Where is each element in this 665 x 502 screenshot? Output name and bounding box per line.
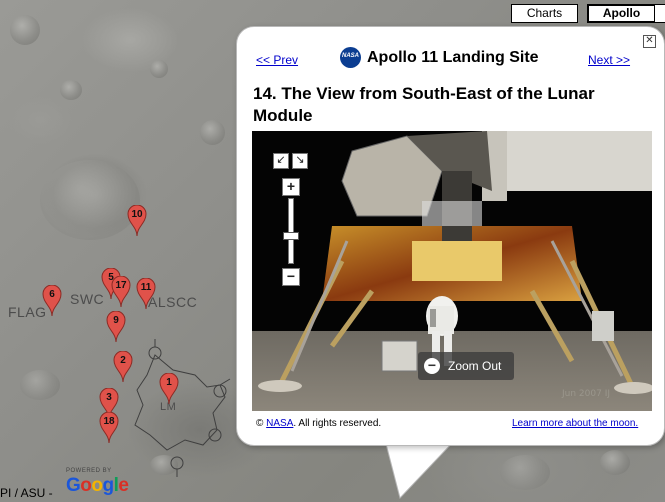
crater <box>20 370 60 400</box>
nasa-logo-icon: NASA <box>340 47 361 68</box>
map-label-swc: SWC <box>70 291 105 307</box>
lm-footprint-outline <box>134 339 231 477</box>
zoom-out-small-icon[interactable]: − <box>282 268 300 286</box>
map-marker[interactable]: 10 <box>127 205 147 237</box>
marker-label: 10 <box>131 209 143 220</box>
zoom-out-label: Zoom Out <box>448 359 502 373</box>
nasa-logo-text: NASA <box>341 53 359 59</box>
marker-label: 3 <box>106 392 112 403</box>
marker-label: 2 <box>120 355 126 366</box>
zoom-slider-track[interactable] <box>288 198 294 264</box>
photo-title: 14. The View from South-East of the Luna… <box>253 84 595 125</box>
marker-label: 1 <box>166 377 172 388</box>
crater <box>10 15 40 45</box>
nasa-link[interactable]: NASA <box>266 418 293 429</box>
google-logo[interactable]: Google <box>66 475 129 497</box>
info-window-tail <box>384 440 456 499</box>
zoom-slider-handle[interactable] <box>283 232 299 240</box>
marker-label: 11 <box>140 282 152 293</box>
map-marker[interactable]: 6 <box>42 285 62 317</box>
photo-watermark: Jun 2007 IJ <box>561 389 610 399</box>
powered-by-label: POWERED BY <box>66 468 112 474</box>
marker-label: 9 <box>113 315 119 326</box>
crater <box>500 455 550 490</box>
crater <box>600 450 630 475</box>
shrink-view-icon[interactable]: ↙ <box>273 153 289 169</box>
close-icon[interactable]: ✕ <box>643 35 656 48</box>
marker-label: 17 <box>115 280 127 291</box>
expand-view-icon[interactable]: ↘ <box>292 153 308 169</box>
crater <box>60 80 82 100</box>
map-attribution: PI / ASU - <box>0 486 53 500</box>
map-label-flag: FLAG <box>8 304 47 320</box>
map-marker[interactable]: 18 <box>99 412 119 444</box>
crater <box>200 120 225 145</box>
map-type-button-overflow[interactable] <box>654 4 665 23</box>
crater <box>40 160 140 240</box>
prev-link[interactable]: << Prev <box>256 53 298 67</box>
marker-label: 18 <box>103 416 115 427</box>
marker-label: 6 <box>49 289 55 300</box>
zoom-out-button[interactable]: − Zoom Out <box>418 352 514 380</box>
apollo-map-type-button[interactable]: Apollo <box>587 4 656 23</box>
map-marker[interactable]: 1 <box>159 373 179 405</box>
crater <box>150 60 168 78</box>
zoom-in-icon[interactable]: + <box>282 178 300 196</box>
map-marker[interactable]: 17 <box>111 276 131 308</box>
rights-text: . All rights reserved. <box>293 418 382 429</box>
next-link[interactable]: Next >> <box>588 53 630 67</box>
map-marker[interactable]: 2 <box>113 351 133 383</box>
charts-map-type-button[interactable]: Charts <box>511 4 578 23</box>
info-window-title: Apollo 11 Landing Site <box>367 49 539 66</box>
learn-more-link[interactable]: Learn more about the moon. <box>512 418 638 429</box>
map-marker[interactable]: 9 <box>106 311 126 343</box>
photo-credit: © NASA. All rights reserved. <box>256 418 381 429</box>
minus-circle-icon: − <box>424 358 440 374</box>
map-marker[interactable]: 11 <box>136 278 156 310</box>
copyright-symbol: © <box>256 418 264 429</box>
